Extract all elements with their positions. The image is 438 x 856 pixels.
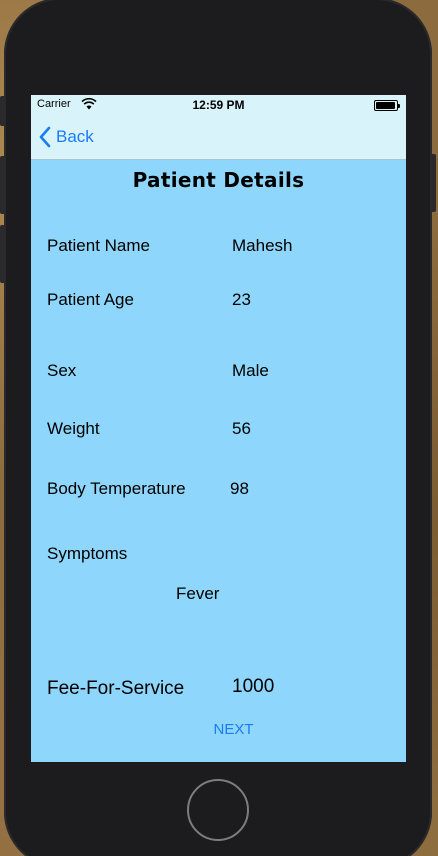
weight-label: Weight: [47, 419, 100, 438]
status-time: 12:59 PM: [192, 98, 245, 112]
fee-value: 1000: [232, 676, 275, 697]
back-label: Back: [56, 127, 94, 146]
next-button[interactable]: NEXT: [31, 721, 406, 738]
mute-switch: [0, 96, 6, 126]
patient-age-value: 23: [232, 290, 251, 309]
patient-age-label: Patient Age: [47, 290, 134, 309]
body-temperature-value: 98: [230, 479, 249, 498]
body-temperature-label: Body Temperature: [47, 479, 186, 498]
patient-name-label: Patient Name: [47, 236, 150, 255]
chevron-left-icon: [39, 126, 51, 148]
patient-name-value: Mahesh: [232, 236, 293, 255]
fee-label: Fee-For-Service: [47, 678, 185, 699]
navigation-bar: Back: [31, 115, 406, 160]
home-button[interactable]: [187, 779, 249, 841]
volume-up-button: [0, 156, 6, 214]
weight-value: 56: [232, 419, 251, 438]
symptoms-value: Fever: [176, 584, 220, 603]
sex-value: Male: [232, 361, 269, 380]
symptoms-label: Symptoms: [47, 544, 128, 563]
page-title: Patient Details: [132, 168, 305, 192]
app-screen: Carrier 12:59 PM Back Patient Details Pa…: [31, 95, 406, 762]
volume-down-button: [0, 225, 6, 283]
battery-icon: [374, 100, 400, 111]
power-button: [430, 154, 436, 212]
sex-label: Sex: [47, 361, 77, 380]
status-bar: Carrier 12:59 PM: [31, 95, 406, 115]
back-button[interactable]: Back: [38, 125, 94, 149]
